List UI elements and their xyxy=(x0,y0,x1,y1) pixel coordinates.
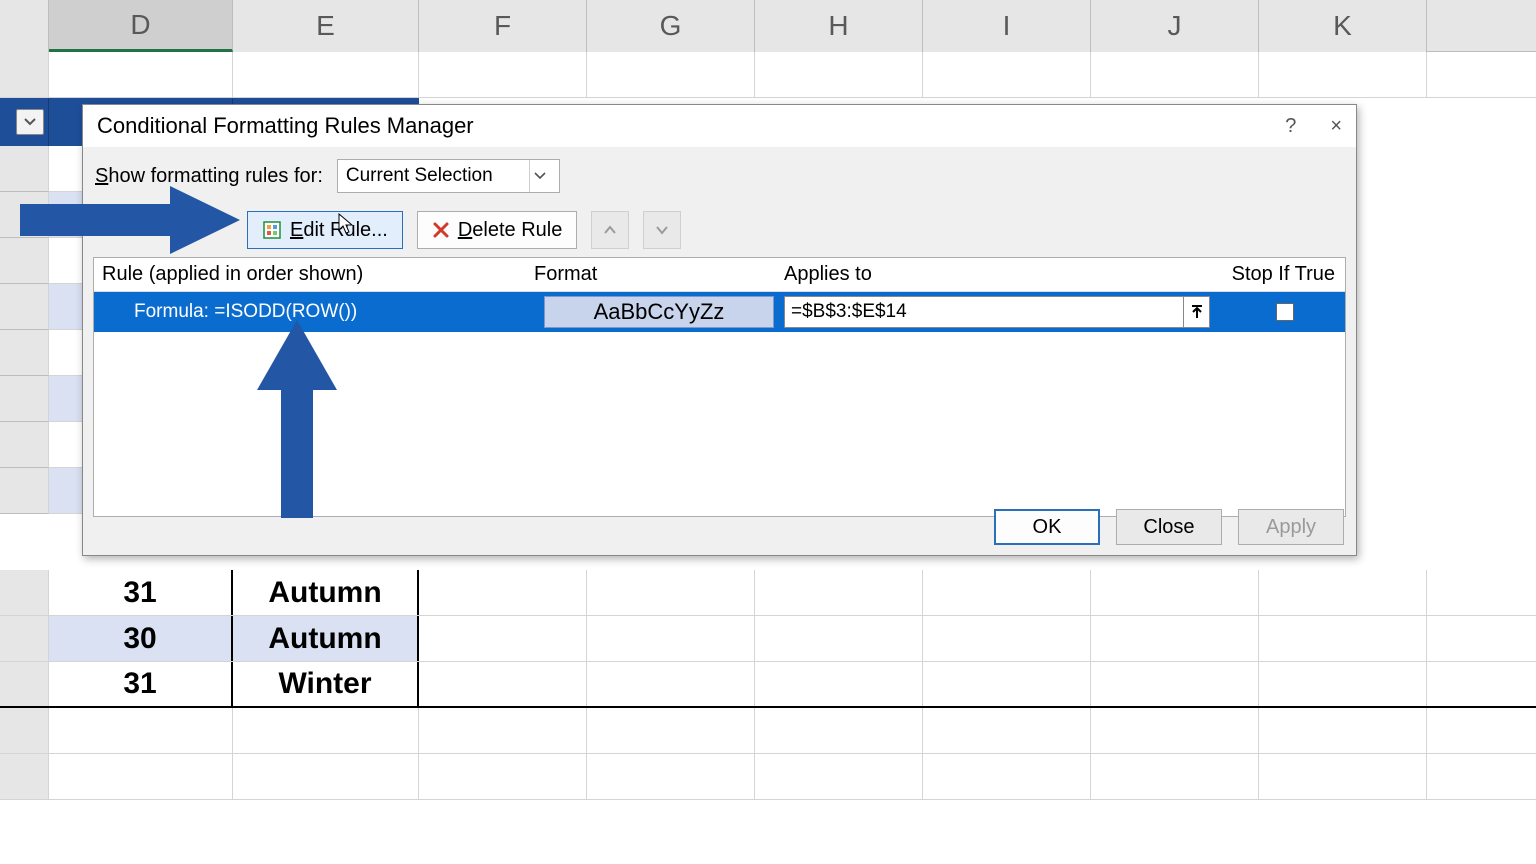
delete-rule-button[interactable]: Delete Rule xyxy=(417,211,578,249)
mouse-cursor-icon xyxy=(338,213,354,235)
cell[interactable] xyxy=(1259,52,1427,97)
col-header-E[interactable]: E xyxy=(233,0,419,52)
cell[interactable] xyxy=(419,754,587,799)
cell[interactable] xyxy=(923,754,1091,799)
cell[interactable] xyxy=(233,708,419,753)
filter-dropdown-button[interactable] xyxy=(16,109,44,135)
cell[interactable] xyxy=(587,570,755,615)
annotation-arrow-right xyxy=(20,186,240,254)
col-header-K[interactable]: K xyxy=(1259,0,1427,52)
col-header-F[interactable]: F xyxy=(419,0,587,52)
cell[interactable] xyxy=(923,708,1091,753)
cell[interactable] xyxy=(755,616,923,661)
cell[interactable] xyxy=(233,52,419,97)
cell[interactable] xyxy=(587,616,755,661)
col-applies-header: Applies to xyxy=(784,263,1224,286)
cell[interactable] xyxy=(1091,570,1259,615)
chevron-down-icon xyxy=(655,225,669,235)
cell[interactable] xyxy=(1091,52,1259,97)
cell[interactable] xyxy=(923,662,1091,706)
corner-cell[interactable] xyxy=(0,0,49,52)
cell-D[interactable]: 31 xyxy=(49,570,233,615)
col-stop-header: Stop If True xyxy=(1224,263,1345,286)
col-rule-header: Rule (applied in order shown) xyxy=(94,263,534,286)
column-headers: D E F G H I J K xyxy=(0,0,1536,52)
cell[interactable] xyxy=(419,662,587,706)
chevron-up-icon xyxy=(603,225,617,235)
chevron-down-icon xyxy=(24,118,36,126)
cell[interactable] xyxy=(1091,708,1259,753)
cell[interactable] xyxy=(1259,570,1427,615)
cell[interactable] xyxy=(1091,662,1259,706)
cell[interactable] xyxy=(1091,754,1259,799)
cell-E[interactable]: Autumn xyxy=(233,616,419,661)
help-button[interactable]: ? xyxy=(1285,115,1296,138)
dialog-titlebar[interactable]: Conditional Formatting Rules Manager ? × xyxy=(83,105,1356,147)
cell-E[interactable]: Winter xyxy=(233,662,419,706)
row-header[interactable] xyxy=(0,754,49,799)
row-header[interactable] xyxy=(0,616,49,661)
cell[interactable] xyxy=(755,708,923,753)
edit-rule-button[interactable]: Edit Rule... xyxy=(247,211,403,249)
cell[interactable] xyxy=(923,570,1091,615)
annotation-arrow-up xyxy=(257,320,337,518)
cell[interactable] xyxy=(419,570,587,615)
cell[interactable] xyxy=(419,616,587,661)
cell[interactable] xyxy=(1259,616,1427,661)
chevron-down-icon xyxy=(529,160,551,192)
cell[interactable] xyxy=(923,616,1091,661)
cell[interactable] xyxy=(1259,754,1427,799)
col-header-H[interactable]: H xyxy=(755,0,923,52)
move-down-button[interactable] xyxy=(643,211,681,249)
row-header[interactable] xyxy=(0,708,49,753)
col-header-I[interactable]: I xyxy=(923,0,1091,52)
delete-icon xyxy=(432,221,450,239)
applies-to-input[interactable]: =$B$3:$E$14 xyxy=(784,296,1184,328)
stop-if-true-checkbox[interactable] xyxy=(1276,303,1294,321)
col-header-G[interactable]: G xyxy=(587,0,755,52)
col-header-J[interactable]: J xyxy=(1091,0,1259,52)
close-button[interactable]: × xyxy=(1330,115,1342,138)
edit-rule-icon xyxy=(262,220,282,240)
format-preview: AaBbCcYyZz xyxy=(544,296,774,328)
cell[interactable] xyxy=(587,662,755,706)
cell[interactable] xyxy=(755,52,923,97)
cell[interactable] xyxy=(1091,616,1259,661)
cell[interactable] xyxy=(419,708,587,753)
scope-dropdown[interactable]: Current Selection xyxy=(337,159,560,193)
cell-D[interactable]: 31 xyxy=(49,662,233,706)
dialog-title: Conditional Formatting Rules Manager xyxy=(97,113,474,139)
cell[interactable] xyxy=(587,754,755,799)
scope-label: Show formatting rules for: xyxy=(95,165,323,188)
close-dialog-button[interactable]: Close xyxy=(1116,509,1222,545)
cell[interactable] xyxy=(1259,708,1427,753)
cell[interactable] xyxy=(755,570,923,615)
col-header-D[interactable]: D xyxy=(49,0,233,52)
cell[interactable] xyxy=(1259,662,1427,706)
row-header[interactable] xyxy=(0,52,49,97)
apply-button[interactable]: Apply xyxy=(1238,509,1344,545)
col-format-header: Format xyxy=(534,263,784,286)
cell[interactable] xyxy=(233,754,419,799)
cell-E[interactable]: Autumn xyxy=(233,570,419,615)
cell[interactable] xyxy=(49,708,233,753)
move-up-button[interactable] xyxy=(591,211,629,249)
row-header[interactable] xyxy=(0,570,49,615)
cell[interactable] xyxy=(587,52,755,97)
range-selector-button[interactable] xyxy=(1184,296,1210,328)
cell[interactable] xyxy=(49,754,233,799)
range-select-icon xyxy=(1190,304,1204,320)
cell[interactable] xyxy=(587,708,755,753)
cell[interactable] xyxy=(755,754,923,799)
scope-value: Current Selection xyxy=(346,165,493,187)
row-header[interactable] xyxy=(0,662,49,706)
cell-D[interactable]: 30 xyxy=(49,616,233,661)
cell[interactable] xyxy=(419,52,587,97)
cell[interactable] xyxy=(923,52,1091,97)
cell[interactable] xyxy=(755,662,923,706)
cell[interactable] xyxy=(49,52,233,97)
ok-button[interactable]: OK xyxy=(994,509,1100,545)
